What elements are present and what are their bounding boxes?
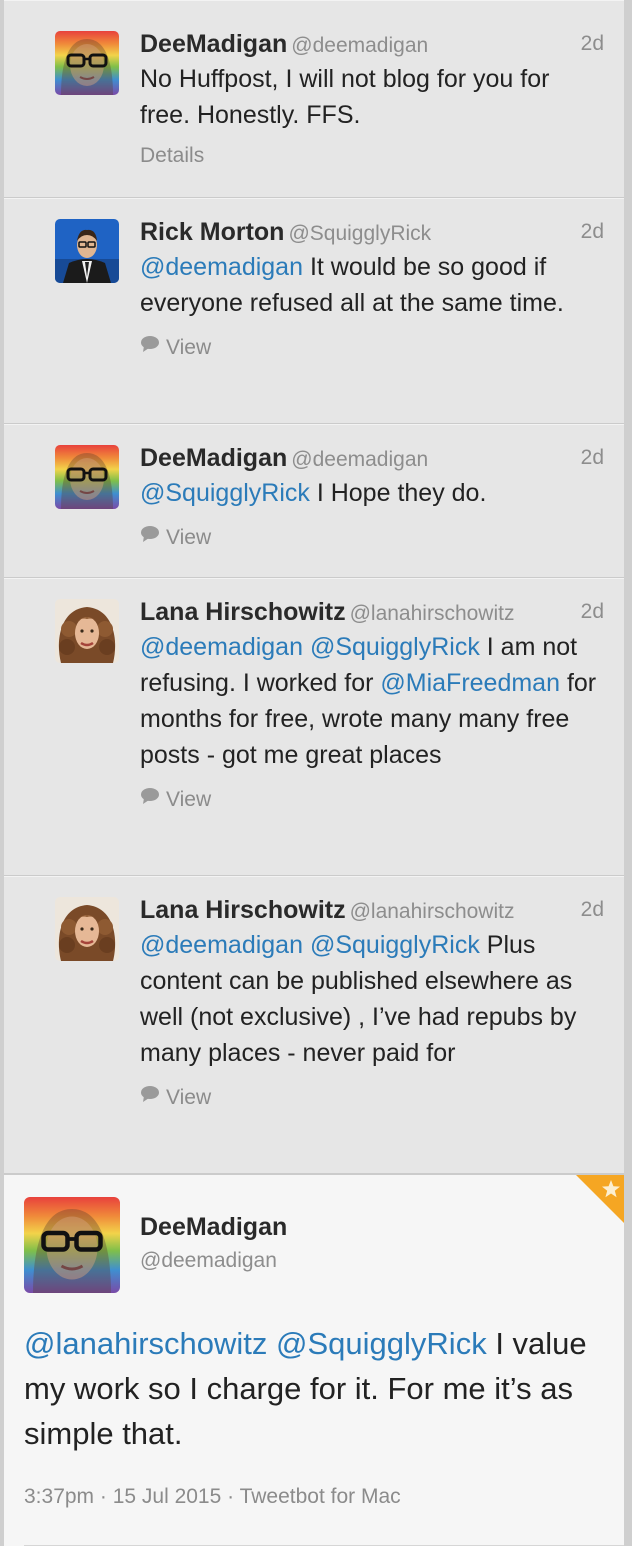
mention-link[interactable]: @deemadigan: [140, 633, 303, 661]
tweet-text-fragment: I Hope they do.: [309, 479, 487, 507]
author-handle[interactable]: @deemadigan: [140, 1249, 277, 1273]
focused-tweet[interactable]: DeeMadigan @deemadigan @lanahirschowitz …: [4, 1174, 624, 1546]
tweet-header: Lana Hirschowitz @lanahirschowitz 2d: [140, 895, 604, 925]
speech-bubble-icon: [140, 1082, 160, 1112]
author-name[interactable]: DeeMadigan: [140, 1213, 287, 1242]
tweet-timestamp-source: 3:37pm · 15 Jul 2015 · Tweetbot for Mac: [24, 1485, 401, 1508]
rainbow-avatar[interactable]: [55, 445, 119, 509]
tweet-header: Rick Morton @SquigglyRick 2d: [140, 217, 604, 247]
author-handle[interactable]: @lanahirschowitz: [350, 900, 515, 923]
speech-bubble-icon: [140, 784, 160, 814]
author-name[interactable]: DeeMadigan: [140, 444, 287, 472]
tweet-item[interactable]: Lana Hirschowitz @lanahirschowitz 2d @dee…: [4, 876, 624, 1174]
curly-hair-avatar[interactable]: [55, 599, 119, 663]
tweet-text-fragment: No Huffpost, I will not blog for you for…: [140, 65, 550, 129]
view-button[interactable]: View: [140, 1083, 604, 1113]
tweet-text: @lanahirschowitz @SquigglyRick I value m…: [24, 1321, 604, 1456]
conversation-timeline: DeeMadigan @deemadigan 2d No Huffpost, I …: [4, 0, 624, 1174]
mention-link[interactable]: @SquigglyRick: [140, 479, 310, 507]
tweet-header: DeeMadigan @deemadigan 2d: [140, 443, 604, 473]
mention-link[interactable]: @deemadigan: [140, 253, 303, 281]
tweet-header: Lana Hirschowitz @lanahirschowitz 2d: [140, 597, 604, 627]
suit-avatar[interactable]: [55, 219, 119, 283]
mention-link[interactable]: @lanahirschowitz: [24, 1326, 267, 1361]
tweet-time: 2d: [580, 220, 604, 243]
author-name[interactable]: Rick Morton: [140, 218, 284, 246]
tweet-item[interactable]: DeeMadigan @deemadigan 2d No Huffpost, I …: [4, 0, 624, 198]
tweet-text-fragment: [267, 1326, 276, 1361]
favorite-ribbon[interactable]: [576, 1175, 624, 1223]
mention-link[interactable]: @SquigglyRick: [276, 1326, 487, 1361]
curly-hair-avatar[interactable]: [55, 897, 119, 961]
tweet-text: @SquigglyRick I Hope they do.: [140, 475, 604, 511]
scrollbar[interactable]: [624, 0, 632, 1546]
author-handle[interactable]: @deemadigan: [291, 34, 428, 57]
tweet-time: 2d: [580, 32, 604, 55]
details-link[interactable]: Details: [140, 141, 604, 171]
view-label: View: [166, 788, 212, 811]
author-handle[interactable]: @lanahirschowitz: [350, 602, 515, 625]
tweet-text-fragment: [303, 633, 310, 661]
tweet-time: 2d: [580, 898, 604, 921]
mention-link[interactable]: @MiaFreedman: [380, 669, 560, 697]
tweet-text: No Huffpost, I will not blog for you for…: [140, 61, 604, 133]
author-name[interactable]: Lana Hirschowitz: [140, 598, 346, 626]
author-name[interactable]: Lana Hirschowitz: [140, 896, 346, 924]
rainbow-avatar[interactable]: [55, 31, 119, 95]
rainbow-avatar[interactable]: [24, 1197, 120, 1293]
mention-link[interactable]: @deemadigan: [140, 931, 303, 959]
view-button[interactable]: View: [140, 333, 604, 363]
tweet-text: @deemadigan It would be so good if every…: [140, 249, 604, 321]
view-label: View: [166, 526, 212, 549]
tweet-header: DeeMadigan @deemadigan 2d: [140, 29, 604, 59]
tweet-item[interactable]: Lana Hirschowitz @lanahirschowitz 2d @dee…: [4, 578, 624, 876]
tweet-time: 2d: [580, 600, 604, 623]
author-handle[interactable]: @deemadigan: [291, 448, 428, 471]
mention-link[interactable]: @SquigglyRick: [310, 633, 480, 661]
view-label: View: [166, 336, 212, 359]
author-name[interactable]: DeeMadigan: [140, 30, 287, 58]
view-button[interactable]: View: [140, 523, 604, 553]
mention-link[interactable]: @SquigglyRick: [310, 931, 480, 959]
tweet-item[interactable]: Rick Morton @SquigglyRick 2d @deemadigan …: [4, 198, 624, 424]
tweet-text: @deemadigan @SquigglyRick I am not refus…: [140, 629, 604, 773]
author-handle[interactable]: @SquigglyRick: [288, 222, 431, 245]
tweet-text: @deemadigan @SquigglyRick Plus content c…: [140, 927, 604, 1071]
view-button[interactable]: View: [140, 785, 604, 815]
tweet-time: 2d: [580, 446, 604, 469]
tweet-text-fragment: [303, 931, 310, 959]
speech-bubble-icon: [140, 522, 160, 552]
tweet-item[interactable]: DeeMadigan @deemadigan 2d @SquigglyRick I…: [4, 424, 624, 578]
details-label: Details: [140, 144, 205, 167]
speech-bubble-icon: [140, 332, 160, 362]
view-label: View: [166, 1086, 212, 1109]
